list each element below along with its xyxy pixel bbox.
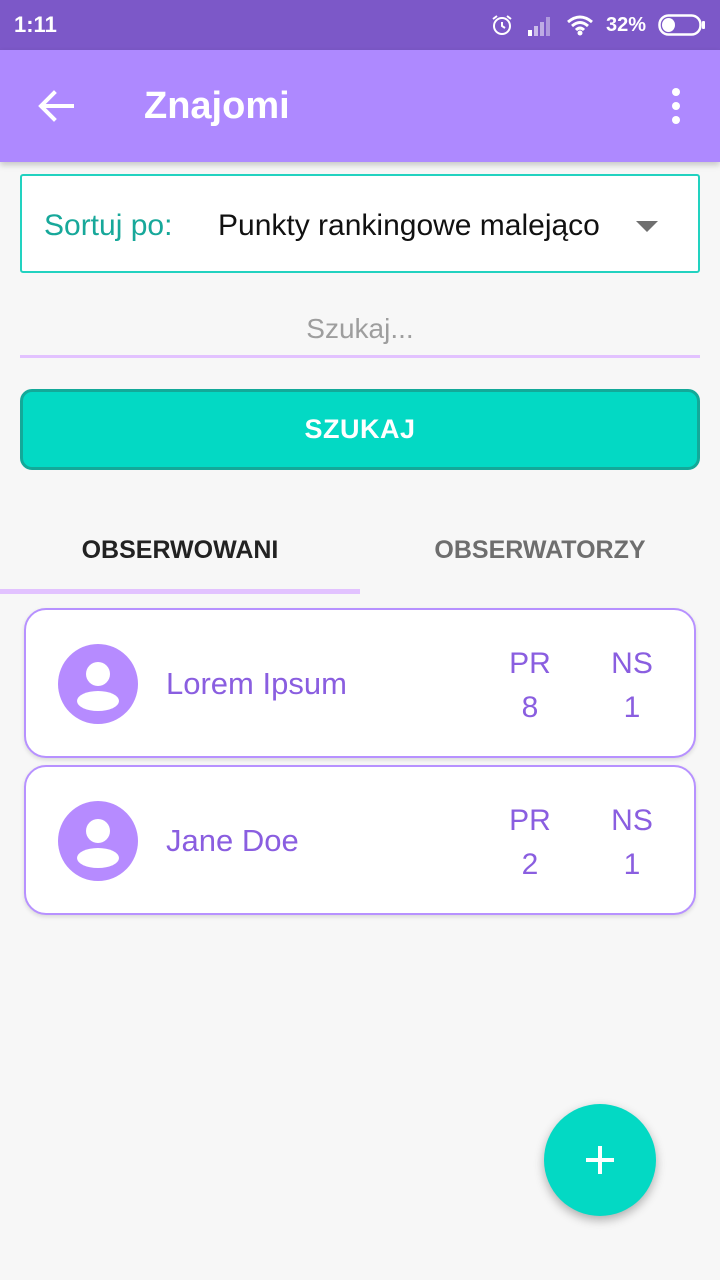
more-vert-icon [672, 88, 680, 124]
dropdown-arrow-icon[interactable] [636, 219, 658, 233]
arrow-back-icon [38, 90, 74, 122]
alarm-icon [492, 15, 512, 35]
ns-stat: NS 1 [592, 799, 672, 887]
pr-value: 2 [521, 848, 539, 881]
sort-selector[interactable]: Sortuj po: Punkty rankingowe malejąco [20, 174, 700, 273]
pr-label: PR [509, 647, 551, 680]
tab-indicator [0, 589, 360, 594]
ns-value: 1 [623, 848, 641, 881]
app-bar: Znajomi [0, 50, 720, 162]
overflow-menu-button[interactable] [662, 86, 690, 126]
friend-card[interactable]: Lorem Ipsum PR 8 NS 1 [24, 608, 696, 758]
ns-label: NS [611, 804, 653, 837]
avatar-icon [58, 801, 138, 881]
ns-label: NS [611, 647, 653, 680]
status-time: 1:11 [14, 12, 57, 37]
search-button[interactable]: SZUKAJ [20, 389, 700, 470]
wifi-icon [567, 15, 593, 36]
sort-label: Sortuj po: [44, 209, 173, 242]
sort-value[interactable]: Punkty rankingowe malejąco [218, 206, 600, 246]
search-input[interactable] [20, 304, 700, 354]
pr-value: 8 [521, 691, 539, 724]
signal-icon [527, 17, 550, 36]
add-friend-button[interactable] [544, 1104, 656, 1216]
ns-value: 1 [623, 691, 641, 724]
ns-stat: NS 1 [592, 642, 672, 730]
status-bar: 1:11 32% [0, 0, 720, 50]
tab-observed[interactable]: OBSERWOWANI [0, 510, 360, 590]
status-icons: 32% [490, 13, 706, 37]
battery-percent: 32% [605, 13, 646, 36]
ranking-points: PR 8 [490, 642, 570, 730]
avatar-icon [58, 644, 138, 724]
plus-icon [586, 1146, 614, 1174]
friend-name: Lorem Ipsum [166, 666, 347, 701]
back-button[interactable] [36, 86, 76, 126]
pr-label: PR [509, 804, 551, 837]
battery-icon [658, 14, 705, 36]
friend-name: Jane Doe [166, 823, 299, 858]
page-title: Znajomi [144, 85, 290, 127]
friend-card[interactable]: Jane Doe PR 2 NS 1 [24, 765, 696, 915]
ranking-points: PR 2 [490, 799, 570, 887]
search-field[interactable] [20, 304, 700, 358]
tab-observers[interactable]: OBSERWATORZY [360, 510, 720, 590]
